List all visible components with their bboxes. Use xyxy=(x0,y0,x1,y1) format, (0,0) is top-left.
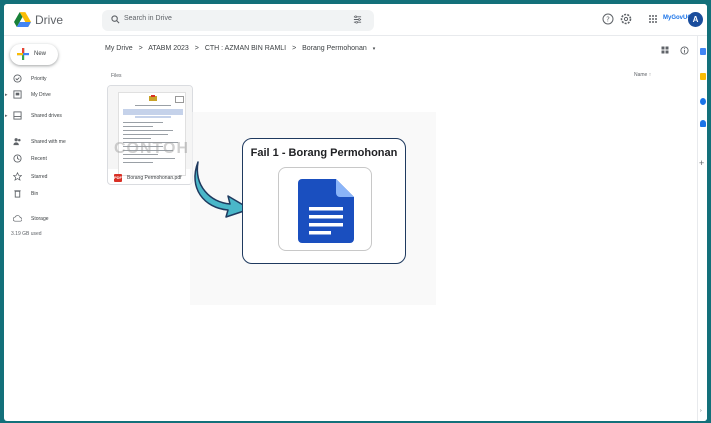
sidebar-item-label: Bin xyxy=(31,191,39,197)
sidebar-item-label: Recent xyxy=(31,156,47,162)
sidebar-item-label: My Drive xyxy=(31,92,51,98)
calendar-icon[interactable] xyxy=(700,48,706,55)
storage-icon xyxy=(13,215,22,222)
svg-text:?: ? xyxy=(606,16,610,24)
grid-view-icon[interactable] xyxy=(661,46,669,54)
app-window: Drive Search in Drive ? MyGovUC™ A New P… xyxy=(4,4,707,421)
breadcrumb-separator: > xyxy=(292,45,297,52)
info-icon[interactable] xyxy=(680,46,689,55)
plus-icon xyxy=(17,48,29,60)
settings-icon[interactable] xyxy=(620,13,632,25)
breadcrumb-separator: > xyxy=(138,45,143,52)
contacts-icon[interactable] xyxy=(700,120,706,127)
recent-icon xyxy=(13,154,22,163)
help-icon[interactable]: ? xyxy=(602,13,614,25)
sidebar-item-bin[interactable]: Bin xyxy=(4,187,99,201)
document-preview xyxy=(118,92,186,176)
sidebar-item-starred[interactable]: Starred xyxy=(4,170,99,184)
bin-icon xyxy=(14,190,21,198)
storage-used-text: 3.19 GB used xyxy=(11,231,42,237)
new-button[interactable]: New xyxy=(10,44,58,65)
sidebar-item-shared-with-me[interactable]: Shared with me xyxy=(4,135,99,149)
side-panel: + › xyxy=(697,36,707,421)
priority-icon xyxy=(13,74,22,83)
breadcrumb-separator: > xyxy=(194,45,199,52)
sidebar-item-label: Starred xyxy=(31,174,48,180)
top-bar: Drive Search in Drive ? MyGovUC™ A xyxy=(4,4,707,36)
apps-grid-icon[interactable] xyxy=(647,13,659,25)
search-bar[interactable]: Search in Drive xyxy=(102,10,374,31)
my-drive-icon xyxy=(13,90,22,99)
sort-by-name-button[interactable]: Name ↑ xyxy=(634,72,651,78)
app-name[interactable]: Drive xyxy=(35,13,63,27)
shared-drives-icon xyxy=(13,111,22,120)
shared-with-me-icon xyxy=(13,138,21,146)
breadcrumb-current[interactable]: Borang Permohonan xyxy=(302,45,367,52)
starred-icon xyxy=(13,172,22,181)
new-button-label: New xyxy=(34,51,47,57)
file-thumbnail: CONTOH xyxy=(108,86,192,176)
tasks-icon[interactable] xyxy=(700,98,706,105)
document-icon-box xyxy=(278,167,372,251)
search-input[interactable]: Search in Drive xyxy=(124,15,172,22)
avatar[interactable]: A xyxy=(688,12,703,27)
sidebar-item-recent[interactable]: Recent xyxy=(4,152,99,166)
keep-icon[interactable] xyxy=(700,73,706,80)
drive-logo-icon[interactable] xyxy=(14,12,31,27)
file-name[interactable]: Borang Permohonan.pdf xyxy=(127,175,181,181)
collapse-panel-icon[interactable]: › xyxy=(700,408,702,414)
sidebar-item-priority[interactable]: Priority xyxy=(4,72,99,86)
breadcrumb: My Drive > ATABM 2023 > CTH : AZMAN BIN … xyxy=(105,45,379,52)
search-options-icon[interactable] xyxy=(353,15,362,24)
crest-icon xyxy=(149,95,157,101)
search-icon[interactable] xyxy=(111,15,120,24)
expand-caret-icon[interactable]: ▸ xyxy=(5,113,8,119)
files-section-label: Files xyxy=(111,73,122,79)
breadcrumb-item[interactable]: My Drive xyxy=(105,45,133,52)
breadcrumb-item[interactable]: CTH : AZMAN BIN RAMLI xyxy=(205,45,286,52)
add-addon-icon[interactable]: + xyxy=(699,158,704,168)
sidebar-item-shared-drives[interactable]: ▸ Shared drives xyxy=(4,109,99,123)
file-card[interactable]: CONTOH PDF Borang Permohonan.pdf xyxy=(107,85,193,185)
breadcrumb-item[interactable]: ATABM 2023 xyxy=(148,45,189,52)
google-docs-icon xyxy=(298,179,354,243)
chevron-down-icon[interactable]: ▾ xyxy=(373,46,376,52)
expand-caret-icon[interactable]: ▸ xyxy=(5,92,8,98)
file-name-row[interactable]: PDF Borang Permohonan.pdf xyxy=(108,174,192,184)
sidebar-item-label: Storage xyxy=(31,216,49,222)
sidebar-item-label: Priority xyxy=(31,76,47,82)
sidebar-item-my-drive[interactable]: ▸ My Drive xyxy=(4,88,99,102)
pdf-icon: PDF xyxy=(114,174,122,182)
sidebar-item-storage[interactable]: Storage xyxy=(4,212,99,226)
watermark-text: CONTOH xyxy=(114,140,190,157)
sidebar-item-label: Shared with me xyxy=(31,139,66,145)
sidebar-item-label: Shared drives xyxy=(31,113,62,119)
callout-title: Fail 1 - Borang Permohonan xyxy=(250,147,398,159)
file-callout: Fail 1 - Borang Permohonan xyxy=(242,138,406,264)
